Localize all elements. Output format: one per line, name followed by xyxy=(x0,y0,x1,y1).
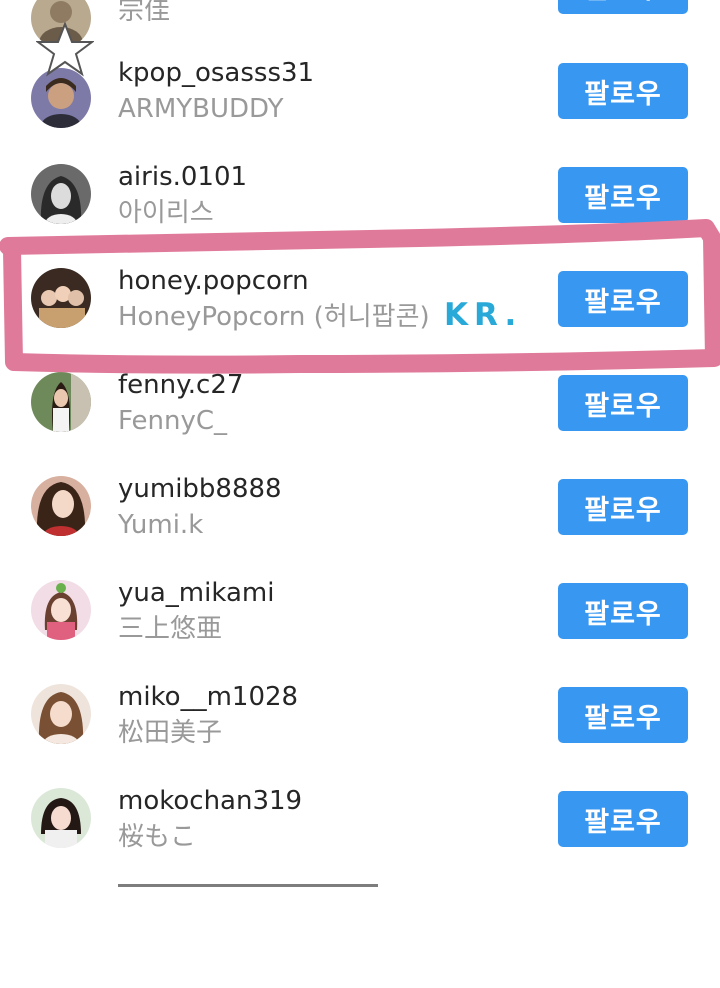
full-name: Yumi.k xyxy=(118,510,204,540)
list-item[interactable]: kpop_osasss31 ARMYBUDDY 팔로우 xyxy=(0,58,720,166)
full-name: FennyC_ xyxy=(118,406,228,436)
follow-button[interactable]: 팔로우 xyxy=(558,791,688,847)
username: miko__m1028 xyxy=(118,682,299,712)
username: yumibb8888 xyxy=(118,474,282,504)
avatar[interactable] xyxy=(31,684,91,744)
username: yua_mikami xyxy=(118,578,275,608)
follow-button[interactable]: 팔로우 xyxy=(558,0,688,14)
list-item[interactable] xyxy=(0,884,720,988)
list-item[interactable]: 宗佳 팔로우 xyxy=(0,0,720,48)
list-item[interactable]: mokochan319 桜もこ 팔로우 xyxy=(0,786,720,894)
list-item[interactable]: yua_mikami 三上悠亜 팔로우 xyxy=(0,578,720,686)
list-item[interactable]: honey.popcorn HoneyPopcorn (허니팝콘) 팔로우 xyxy=(0,266,720,374)
avatar[interactable] xyxy=(31,788,91,848)
list-item[interactable]: airis.0101 아이리스 팔로우 xyxy=(0,162,720,270)
username: mokochan319 xyxy=(118,786,303,816)
list-item[interactable]: miko__m1028 松田美子 팔로우 xyxy=(0,682,720,790)
full-name: 宗佳 xyxy=(118,0,171,26)
username: airis.0101 xyxy=(118,162,248,192)
follow-button[interactable]: 팔로우 xyxy=(558,167,688,223)
follow-button[interactable]: 팔로우 xyxy=(558,479,688,535)
avatar[interactable] xyxy=(31,372,91,432)
list-item[interactable]: fenny.c27 FennyC_ 팔로우 xyxy=(0,370,720,478)
star-icon xyxy=(36,22,94,77)
watermark: KR. xyxy=(444,297,523,333)
follow-button[interactable]: 팔로우 xyxy=(558,375,688,431)
follow-button[interactable]: 팔로우 xyxy=(558,687,688,743)
username: fenny.c27 xyxy=(118,370,244,400)
avatar[interactable] xyxy=(31,580,91,640)
full-name: HoneyPopcorn (허니팝콘) xyxy=(118,302,430,332)
full-name: 아이리스 xyxy=(118,198,214,228)
follow-button[interactable]: 팔로우 xyxy=(558,583,688,639)
full-name: 松田美子 xyxy=(118,718,223,748)
follow-button[interactable]: 팔로우 xyxy=(558,63,688,119)
username: kpop_osasss31 xyxy=(118,58,315,88)
username: honey.popcorn xyxy=(118,266,309,296)
follow-button[interactable]: 팔로우 xyxy=(558,271,688,327)
list-item[interactable]: yumibb8888 Yumi.k 팔로우 xyxy=(0,474,720,582)
suggested-users-list: 宗佳 팔로우 kpop_osasss31 ARMYBUDDY 팔로우 airis… xyxy=(0,0,720,894)
full-name: ARMYBUDDY xyxy=(118,94,284,124)
avatar[interactable] xyxy=(31,268,91,328)
avatar[interactable] xyxy=(31,164,91,224)
full-name: 三上悠亜 xyxy=(118,614,223,644)
full-name: 桜もこ xyxy=(118,822,197,852)
username-fragment xyxy=(118,884,378,887)
avatar[interactable] xyxy=(31,476,91,536)
